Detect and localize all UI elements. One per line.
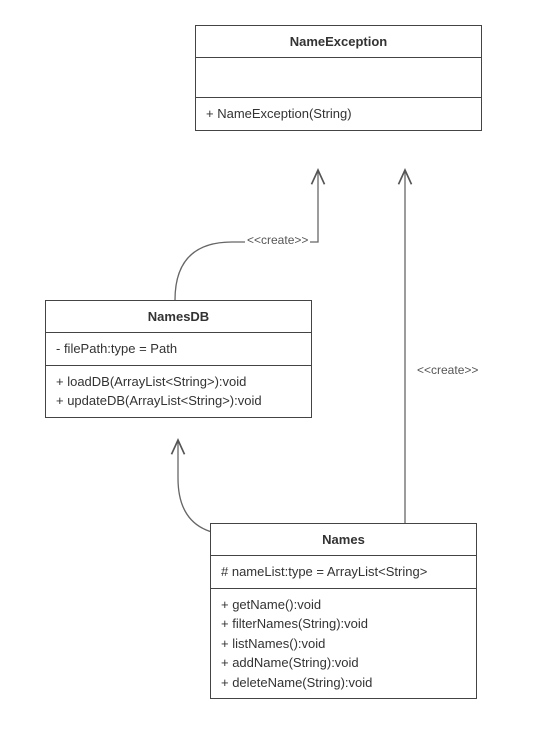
class-name: NameException [196,26,481,58]
operation: + getName():void [221,595,466,615]
operation: + NameException(String) [206,104,471,124]
operation: + filterNames(String):void [221,614,466,634]
operation: + deleteName(String):void [221,673,466,693]
attribute: # nameList:type = ArrayList<String> [221,562,466,582]
operation: + updateDB(ArrayList<String>):void [56,391,301,411]
class-operations: + getName():void + filterNames(String):v… [211,589,476,699]
operation: + loadDB(ArrayList<String>):void [56,372,301,392]
stereotype-create-1: <<create>> [245,233,310,247]
class-name: NamesDB [46,301,311,333]
class-name: Names [211,524,476,556]
class-attributes: # nameList:type = ArrayList<String> [211,556,476,589]
attribute: - filePath:type = Path [56,339,301,359]
dep-names-to-namesdb [178,440,235,535]
operation: + listNames():void [221,634,466,654]
operation: + addName(String):void [221,653,466,673]
class-attributes: - filePath:type = Path [46,333,311,366]
stereotype-create-2: <<create>> [415,363,480,377]
class-operations: + NameException(String) [196,98,481,130]
class-names: Names # nameList:type = ArrayList<String… [210,523,477,699]
class-namesdb: NamesDB - filePath:type = Path + loadDB(… [45,300,312,418]
class-nameexception: NameException + NameException(String) [195,25,482,131]
class-operations: + loadDB(ArrayList<String>):void + updat… [46,366,311,417]
class-attributes [196,58,481,98]
